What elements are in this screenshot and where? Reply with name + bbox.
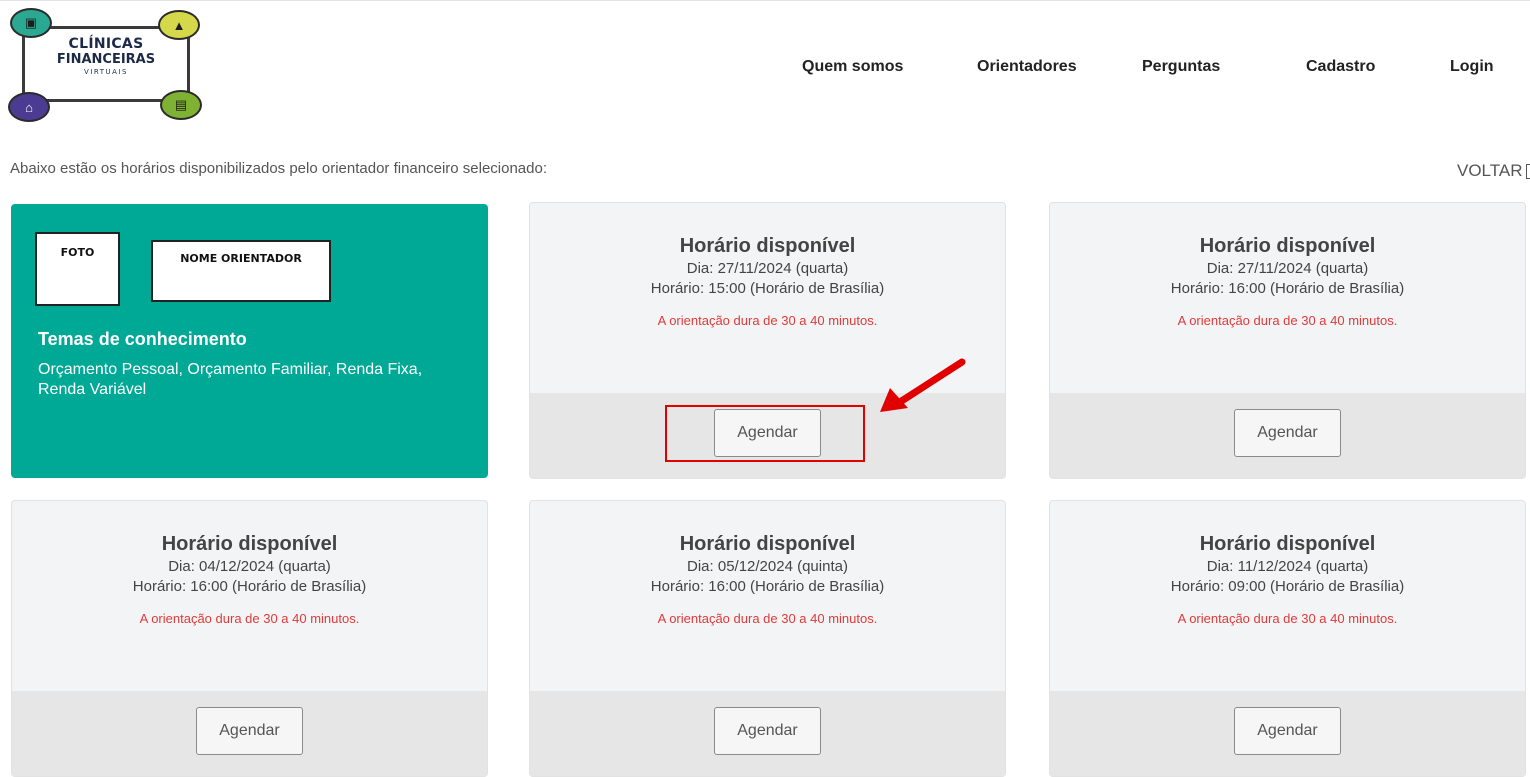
slot-card: Horário disponível Dia: 11/12/2024 (quar… xyxy=(1049,500,1526,777)
slot-card-footer: Agendar xyxy=(1050,691,1525,777)
annotation-arrow-icon xyxy=(878,356,968,416)
slot-day: Dia: 27/11/2024 (quarta) xyxy=(530,259,1005,279)
nav-perguntas[interactable]: Perguntas xyxy=(1142,58,1220,76)
slot-card-body: Horário disponível Dia: 11/12/2024 (quar… xyxy=(1050,501,1525,691)
slot-title: Horário disponível xyxy=(530,233,1005,259)
slot-time: Horário: 16:00 (Horário de Brasília) xyxy=(12,577,487,597)
slot-card-footer: Agendar xyxy=(1050,393,1525,479)
nav-cadastro[interactable]: Cadastro xyxy=(1306,58,1375,76)
slot-duration-note: A orientação dura de 30 a 40 minutos. xyxy=(530,610,1005,628)
document-icon: ▤ xyxy=(160,90,202,120)
topics-list: Orçamento Pessoal, Orçamento Familiar, R… xyxy=(38,360,468,400)
advisor-profile-card: FOTO NOME ORIENTADOR Temas de conhecimen… xyxy=(11,204,488,478)
logo-line1: CLÍNICAS xyxy=(28,36,184,52)
main-nav: Quem somos Orientadores Perguntas Cadast… xyxy=(0,58,1530,82)
wallet-icon: ▣ xyxy=(10,8,52,38)
slot-duration-note: A orientação dura de 30 a 40 minutos. xyxy=(12,610,487,628)
topics-title: Temas de conhecimento xyxy=(38,329,247,350)
schedule-button[interactable]: Agendar xyxy=(196,707,303,755)
slot-duration-note: A orientação dura de 30 a 40 minutos. xyxy=(1050,610,1525,628)
house-icon: ⌂ xyxy=(8,92,50,122)
schedule-button[interactable]: Agendar xyxy=(1234,707,1341,755)
nav-login[interactable]: Login xyxy=(1450,58,1494,76)
slot-time: Horário: 16:00 (Horário de Brasília) xyxy=(1050,279,1525,299)
schedule-button[interactable]: Agendar xyxy=(714,707,821,755)
slot-title: Horário disponível xyxy=(530,531,1005,557)
slot-card-footer: Agendar xyxy=(530,691,1005,777)
slot-day: Dia: 11/12/2024 (quarta) xyxy=(1050,557,1525,577)
advisor-name-placeholder: NOME ORIENTADOR xyxy=(151,240,331,302)
slot-title: Horário disponível xyxy=(12,531,487,557)
slot-day: Dia: 05/12/2024 (quinta) xyxy=(530,557,1005,577)
slot-card: Horário disponível Dia: 27/11/2024 (quar… xyxy=(1049,202,1526,479)
intro-text: Abaixo estão os horários disponibilizado… xyxy=(10,160,547,177)
slot-card-body: Horário disponível Dia: 04/12/2024 (quar… xyxy=(12,501,487,691)
slot-duration-note: A orientação dura de 30 a 40 minutos. xyxy=(530,312,1005,330)
annotation-highlight-box xyxy=(665,405,865,462)
slot-card-body: Horário disponível Dia: 27/11/2024 (quar… xyxy=(1050,203,1525,393)
nav-quem-somos[interactable]: Quem somos xyxy=(802,58,903,76)
back-link[interactable]: VOLTAR ← xyxy=(1457,161,1530,181)
slot-title: Horário disponível xyxy=(1050,531,1525,557)
slot-card-footer: Agendar xyxy=(12,691,487,777)
slot-day: Dia: 04/12/2024 (quarta) xyxy=(12,557,487,577)
slot-time: Horário: 09:00 (Horário de Brasília) xyxy=(1050,577,1525,597)
top-divider xyxy=(0,0,1530,1)
slot-duration-note: A orientação dura de 30 a 40 minutos. xyxy=(1050,312,1525,330)
slot-card: Horário disponível Dia: 04/12/2024 (quar… xyxy=(11,500,488,777)
slot-card-body: Horário disponível Dia: 05/12/2024 (quin… xyxy=(530,501,1005,691)
back-arrow-icon: ← xyxy=(1526,164,1530,179)
slot-time: Horário: 16:00 (Horário de Brasília) xyxy=(530,577,1005,597)
schedule-button[interactable]: Agendar xyxy=(1234,409,1341,457)
advisor-photo-placeholder: FOTO xyxy=(35,232,120,306)
back-label: VOLTAR xyxy=(1457,161,1523,181)
slot-day: Dia: 27/11/2024 (quarta) xyxy=(1050,259,1525,279)
slot-title: Horário disponível xyxy=(1050,233,1525,259)
slot-time: Horário: 15:00 (Horário de Brasília) xyxy=(530,279,1005,299)
nav-orientadores[interactable]: Orientadores xyxy=(977,58,1077,76)
slot-card: Horário disponível Dia: 05/12/2024 (quin… xyxy=(529,500,1006,777)
